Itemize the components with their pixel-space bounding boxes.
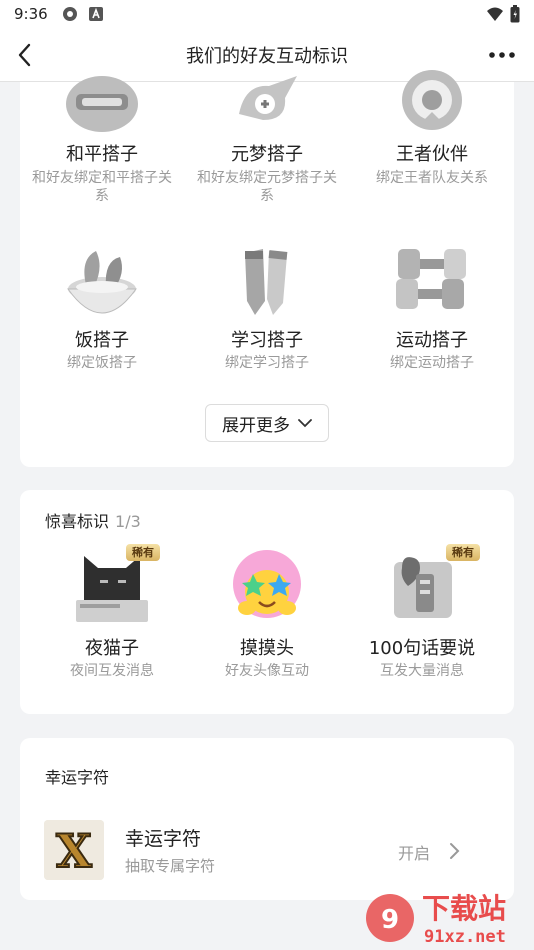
partner-desc: 和好友绑定和平搭子关系 (32, 170, 172, 204)
partner-card: 和平搭子 和好友绑定和平搭子关系 元梦搭子 和好友绑定元梦搭子关系 王者伙伴 绑… (20, 70, 514, 467)
lucky-item-name: 幸运字符 (125, 828, 202, 850)
surprise-section-title: 惊喜标识 1/3 (45, 508, 141, 532)
partner-name: 元梦搭子 (231, 144, 303, 165)
status-right (486, 5, 520, 23)
partner-desc: 绑定王者队友关系 (376, 170, 488, 186)
helmet-icon (66, 76, 138, 132)
surprise-item-yemaozi[interactable]: 稀有 夜猫子 夜间互发消息 (30, 544, 194, 684)
partner-name: 王者伙伴 (396, 144, 468, 165)
partner-desc: 绑定运动搭子 (390, 355, 474, 371)
pencils-icon (245, 249, 288, 315)
partner-item-yuanmeng[interactable]: 元梦搭子 和好友绑定元梦搭子关系 (185, 76, 349, 212)
lucky-thumb-letter: X (56, 824, 92, 878)
lucky-card: 幸运字符 X 幸运字符 抽取专属字符 开启 (20, 738, 514, 900)
more-icon[interactable] (488, 45, 516, 65)
surprise-desc: 好友头像互动 (225, 663, 309, 679)
lucky-thumbnail: X (44, 820, 104, 880)
lucky-item-desc: 抽取专属字符 (125, 857, 216, 875)
watermark-main-text: 下载站 (422, 892, 506, 925)
chevron-right-icon[interactable] (448, 841, 462, 861)
partner-item-heping[interactable]: 和平搭子 和好友绑定和平搭子关系 (20, 76, 184, 212)
partner-name: 饭搭子 (75, 330, 129, 351)
rare-badge: 稀有 (126, 544, 160, 561)
expand-more-label: 展开更多 (222, 415, 290, 436)
surprise-desc: 夜间互发消息 (70, 663, 154, 679)
dumbbell-icon (396, 249, 466, 309)
partner-name: 和平搭子 (66, 144, 138, 165)
partner-desc: 绑定饭搭子 (67, 355, 137, 371)
surprise-name: 100句话要说 (368, 638, 476, 659)
rare-badge: 稀有 (446, 544, 480, 561)
pat-head-icon (233, 550, 301, 618)
lucky-section-title: 幸运字符 (45, 768, 110, 787)
lucky-open-button[interactable]: 开启 (398, 840, 430, 864)
lucky-x-letter-icon: X (44, 820, 104, 880)
surprise-card: 惊喜标识 1/3 稀有 夜猫子 夜间互发消息 摸摸头 好友头像互动 稀有 100… (20, 490, 514, 714)
surprise-desc: 互发大量消息 (380, 663, 464, 679)
partner-name: 学习搭子 (231, 330, 303, 351)
partner-desc: 和好友绑定元梦搭子关系 (197, 170, 337, 204)
expand-more-button[interactable]: 展开更多 (205, 404, 329, 442)
target-badge-icon (402, 70, 462, 130)
surprise-count: 1/3 (115, 512, 141, 531)
surprise-item-momotou[interactable]: 摸摸头 好友头像互动 (185, 544, 349, 684)
accessibility-notification-icon (88, 7, 103, 21)
surprise-item-100-words[interactable]: 稀有 100句话要说 互发大量消息 (340, 544, 504, 684)
partner-item-fan[interactable]: 饭搭子 绑定饭搭子 (20, 232, 184, 372)
status-bar: 9:36 (0, 0, 534, 28)
watermark-sub-text: 91xz.net (424, 927, 506, 947)
partner-name: 运动搭子 (396, 330, 468, 351)
surprise-title: 惊喜标识 (45, 512, 110, 531)
status-time: 9:36 (14, 5, 48, 23)
chevron-down-icon (298, 419, 312, 428)
site-watermark-logo: 9 下载站 91xz.net (366, 892, 506, 947)
partner-item-yundong[interactable]: 运动搭子 绑定运动搭子 (350, 232, 514, 372)
app-notification-icon (62, 7, 77, 21)
dream-star-icon (239, 76, 297, 120)
wifi-icon (487, 7, 503, 21)
battery-icon (510, 5, 520, 23)
partner-item-xuexi[interactable]: 学习搭子 绑定学习搭子 (185, 232, 349, 372)
svg-text:9: 9 (381, 905, 399, 935)
rice-bowl-icon (67, 251, 137, 314)
surprise-name: 摸摸头 (240, 638, 294, 659)
surprise-name: 夜猫子 (85, 638, 139, 659)
partner-desc: 绑定学习搭子 (225, 355, 309, 371)
partner-item-wangzhe[interactable]: 王者伙伴 绑定王者队友关系 (350, 70, 514, 212)
